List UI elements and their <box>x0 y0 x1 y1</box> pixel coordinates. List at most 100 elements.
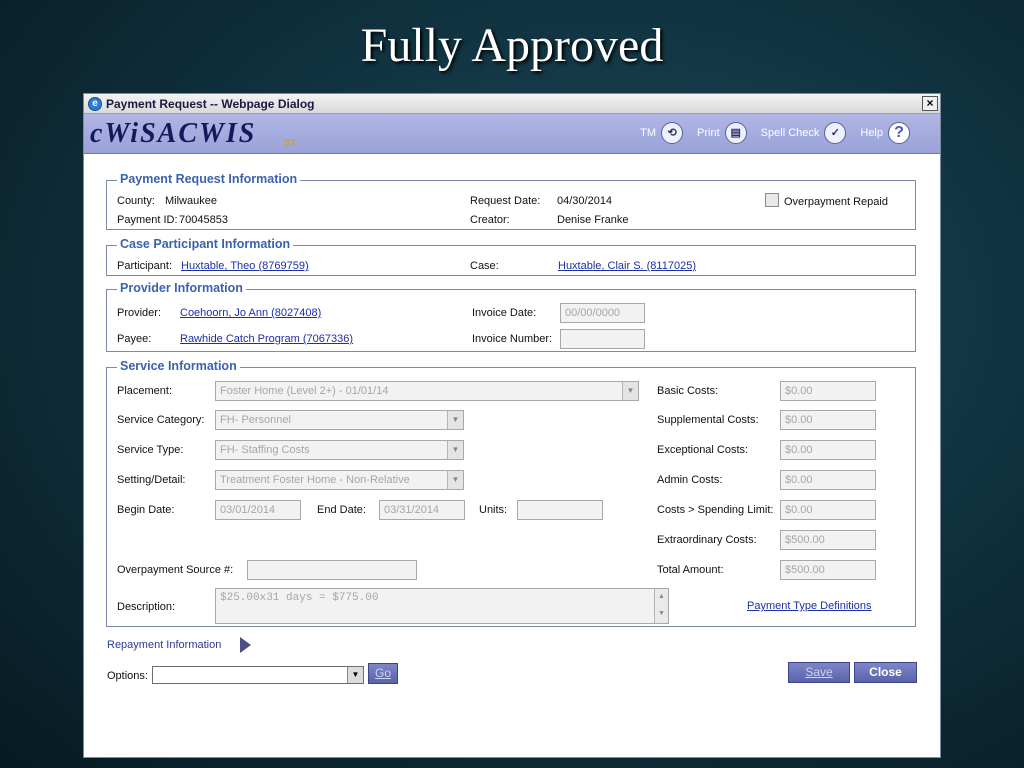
payment-request-legend: Payment Request Information <box>117 172 301 186</box>
invoice-number-input[interactable] <box>560 329 645 349</box>
window-title: Payment Request -- Webpage Dialog <box>106 97 315 111</box>
provider-section: Provider Information Provider: Coehoorn,… <box>106 281 916 352</box>
help-tool[interactable]: Help ? <box>860 122 910 144</box>
tm-label: TM <box>640 127 657 139</box>
overpayment-source-label: Overpayment Source #: <box>117 564 234 576</box>
help-label: Help <box>860 127 883 139</box>
chevron-down-icon: ▼ <box>447 441 463 459</box>
slide-title: Fully Approved <box>360 19 664 72</box>
print-tool[interactable]: Print ▤ <box>697 122 747 144</box>
begin-date-input[interactable]: 03/01/2014 <box>215 500 301 520</box>
service-type-label: Service Type: <box>117 444 184 456</box>
description-textarea[interactable]: $25.00x31 days = $775.00 ▲ ▼ <box>215 588 669 624</box>
tm-tool[interactable]: TM ⟲ <box>640 122 684 144</box>
admin-costs-label: Admin Costs: <box>657 474 723 486</box>
scroll-down-icon[interactable]: ▼ <box>655 606 668 623</box>
service-type-select[interactable]: FH- Staffing Costs ▼ <box>215 440 464 460</box>
county-label: County: <box>117 195 155 207</box>
invoice-number-label: Invoice Number: <box>472 333 553 345</box>
extraordinary-costs-input[interactable]: $500.00 <box>780 530 876 550</box>
scroll-up-icon[interactable]: ▲ <box>655 589 668 606</box>
provider-label: Provider: <box>117 307 162 319</box>
setting-detail-value: Treatment Foster Home - Non-Relative <box>220 474 410 486</box>
exceptional-costs-input[interactable]: $0.00 <box>780 440 876 460</box>
total-amount-label: Total Amount: <box>657 564 724 576</box>
description-label: Description: <box>117 601 176 613</box>
exceptional-costs-label: Exceptional Costs: <box>657 444 749 456</box>
toolbar: TM ⟲ Print ▤ Spell Check ✓ Help ? <box>626 122 910 144</box>
help-icon[interactable]: ? <box>888 122 910 144</box>
case-link[interactable]: Huxtable, Clair S. (8117025) <box>558 260 696 272</box>
spell-check-tool[interactable]: Spell Check ✓ <box>761 122 847 144</box>
case-label: Case: <box>470 260 499 272</box>
placement-value: Foster Home (Level 2+) - 01/01/14 <box>220 385 389 397</box>
end-date-input[interactable]: 03/31/2014 <box>379 500 465 520</box>
overpayment-repaid-label: Overpayment Repaid <box>784 196 888 208</box>
app-banner: cWiSACWIS ST TM ⟲ Print ▤ Spell Check ✓ … <box>84 114 940 154</box>
payment-id-label: Payment ID: <box>117 214 178 226</box>
service-category-select[interactable]: FH- Personnel ▼ <box>215 410 464 430</box>
case-participant-legend: Case Participant Information <box>117 237 294 251</box>
spell-check-icon[interactable]: ✓ <box>824 122 847 144</box>
end-date-label: End Date: <box>317 504 366 516</box>
payee-link[interactable]: Rawhide Catch Program (7067336) <box>180 333 353 345</box>
supplemental-costs-label: Supplemental Costs: <box>657 414 759 426</box>
chevron-down-icon: ▼ <box>447 471 463 489</box>
invoice-date-input[interactable]: 00/00/0000 <box>560 303 645 323</box>
description-value: $25.00x31 days = $775.00 <box>220 592 379 604</box>
admin-costs-input[interactable]: $0.00 <box>780 470 876 490</box>
units-input[interactable] <box>517 500 603 520</box>
close-button[interactable]: Close <box>854 662 917 683</box>
units-label: Units: <box>479 504 508 516</box>
provider-link[interactable]: Coehoorn, Jo Ann (8027408) <box>180 307 321 319</box>
chevron-down-icon: ▼ <box>347 667 363 683</box>
options-select[interactable]: ▼ <box>152 666 364 684</box>
overpayment-source-input[interactable] <box>247 560 417 580</box>
payee-label: Payee: <box>117 333 152 345</box>
printer-icon[interactable]: ▤ <box>724 122 747 144</box>
description-scrollbar[interactable]: ▲ ▼ <box>654 589 668 623</box>
invoice-date-label: Invoice Date: <box>472 307 537 319</box>
browser-icon: e <box>88 97 102 111</box>
provider-legend: Provider Information <box>117 281 246 295</box>
spending-limit-input[interactable]: $0.00 <box>780 500 876 520</box>
tm-icon[interactable]: ⟲ <box>661 122 684 144</box>
request-date-value: 04/30/2014 <box>557 195 613 207</box>
service-legend: Service Information <box>117 359 240 373</box>
chevron-down-icon: ▼ <box>622 382 638 400</box>
extraordinary-costs-label: Extraordinary Costs: <box>657 534 757 546</box>
placement-label: Placement: <box>117 385 173 397</box>
app-logo: cWiSACWIS <box>90 118 257 149</box>
save-button[interactable]: Save <box>788 662 850 683</box>
payment-id-value: 70045853 <box>179 214 228 226</box>
service-type-value: FH- Staffing Costs <box>220 444 310 456</box>
setting-detail-select[interactable]: Treatment Foster Home - Non-Relative ▼ <box>215 470 464 490</box>
case-participant-section: Case Participant Information Participant… <box>106 237 916 276</box>
service-section: Service Information Placement: Foster Ho… <box>106 359 916 627</box>
county-value: Milwaukee <box>165 195 217 207</box>
repayment-information-label[interactable]: Repayment Information <box>107 639 221 651</box>
request-date-label: Request Date: <box>470 195 541 207</box>
service-category-value: FH- Personnel <box>220 414 291 426</box>
placement-select[interactable]: Foster Home (Level 2+) - 01/01/14 ▼ <box>215 381 639 401</box>
print-label: Print <box>697 127 720 139</box>
payment-request-dialog: e Payment Request -- Webpage Dialog × cW… <box>83 93 941 758</box>
basic-costs-label: Basic Costs: <box>657 385 719 397</box>
app-logo-sub: ST <box>284 138 297 149</box>
supplemental-costs-input[interactable]: $0.00 <box>780 410 876 430</box>
basic-costs-input[interactable]: $0.00 <box>780 381 876 401</box>
window-close-button[interactable]: × <box>922 96 938 111</box>
begin-date-label: Begin Date: <box>117 504 175 516</box>
participant-link[interactable]: Huxtable, Theo (8769759) <box>181 260 309 272</box>
window-titlebar: e Payment Request -- Webpage Dialog × <box>84 94 940 114</box>
overpayment-repaid-checkbox[interactable] <box>765 193 779 207</box>
participant-label: Participant: <box>117 260 173 272</box>
options-label: Options: <box>107 670 148 682</box>
expand-arrow-icon[interactable] <box>240 637 251 653</box>
total-amount-input[interactable]: $500.00 <box>780 560 876 580</box>
creator-value: Denise Franke <box>557 214 629 226</box>
payment-type-definitions-link[interactable]: Payment Type Definitions <box>747 600 872 612</box>
go-button[interactable]: Go <box>368 663 398 684</box>
setting-detail-label: Setting/Detail: <box>117 474 186 486</box>
payment-request-section: Payment Request Information County: Milw… <box>106 172 916 230</box>
